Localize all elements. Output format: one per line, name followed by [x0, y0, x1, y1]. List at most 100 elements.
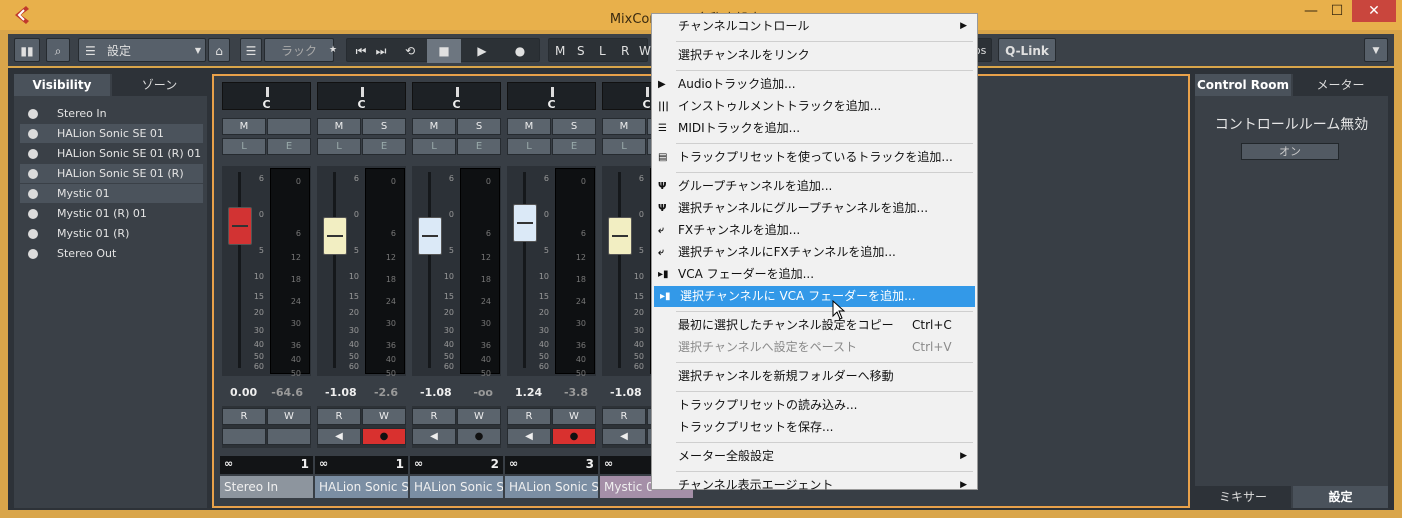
menu-item[interactable]: ☰ MIDIトラックを追加...	[652, 118, 977, 139]
config-select[interactable]: ☰ 設定 ▼	[78, 38, 206, 62]
record-enable-button[interactable]: ●	[457, 428, 501, 445]
monitor-button[interactable]: ◀	[602, 428, 646, 445]
mute-button[interactable]: M	[412, 118, 456, 135]
listen-button[interactable]: L	[602, 138, 646, 155]
mute-button[interactable]: M	[602, 118, 646, 135]
mute-button[interactable]: M	[507, 118, 551, 135]
monitor-button[interactable]: ◀	[412, 428, 456, 445]
toolbar-menu-chevron-icon[interactable]: ▼	[1364, 38, 1388, 62]
search-icon[interactable]: ⌕	[46, 38, 70, 62]
solo-button[interactable]	[267, 118, 311, 135]
visibility-item[interactable]: Stereo In	[20, 104, 203, 123]
record-enable-button[interactable]: ●	[362, 428, 406, 445]
tab-control-room[interactable]: Control Room	[1195, 74, 1291, 96]
menu-item[interactable]: チャンネルコントロール ▶	[652, 16, 977, 37]
tab-settings[interactable]: 設定	[1293, 486, 1388, 508]
rack-menu-icon[interactable]: ☰	[240, 38, 262, 62]
edit-button[interactable]: E	[362, 138, 406, 155]
pan-knob[interactable]: C	[222, 82, 311, 111]
listen-button[interactable]: L	[412, 138, 456, 155]
visibility-item[interactable]: HALion Sonic SE 01 (R)	[20, 164, 203, 183]
solo-button[interactable]: S	[362, 118, 406, 135]
tab-visibility[interactable]: Visibility	[14, 74, 110, 96]
tab-mixer[interactable]: ミキサー	[1195, 486, 1291, 508]
link-icon[interactable]: ∞	[414, 457, 423, 470]
menu-item[interactable]: ⤶ FXチャンネルを追加...	[652, 220, 977, 241]
fast-forward-end-icon[interactable]: ⏭	[371, 39, 391, 63]
solo-button[interactable]: S	[552, 118, 596, 135]
menu-item[interactable]: ▶ Audioトラック追加...	[652, 74, 977, 95]
monitor-button[interactable]: ◀	[507, 428, 551, 445]
channel-name[interactable]: Stereo In	[220, 476, 313, 498]
qlink-button[interactable]: Q-Link	[998, 38, 1056, 62]
close-button[interactable]: ✕	[1352, 0, 1396, 22]
visibility-item[interactable]: Mystic 01 (R)	[20, 224, 203, 243]
write-automation-button[interactable]: W	[267, 408, 311, 425]
menu-item[interactable]: メーター全般設定 ▶	[652, 446, 977, 467]
mute-button[interactable]: M	[222, 118, 266, 135]
cycle-icon[interactable]: ⟲	[395, 39, 425, 63]
listen-button[interactable]: L	[317, 138, 361, 155]
visibility-dot-icon[interactable]	[28, 169, 38, 179]
fader-value[interactable]: -1.08	[610, 386, 642, 399]
pan-knob[interactable]: C	[412, 82, 501, 111]
layout-toggle-icon[interactable]: ▮▮	[14, 38, 40, 62]
menu-item[interactable]: Ψ 選択チャンネルにグループチャンネルを追加...	[652, 198, 977, 219]
record-enable-button[interactable]: ●	[552, 428, 596, 445]
fader-value[interactable]: -1.08	[420, 386, 452, 399]
write-automation-button[interactable]: W	[457, 408, 501, 425]
tab-zones[interactable]: ゾーン	[112, 74, 207, 96]
visibility-dot-icon[interactable]	[28, 229, 38, 239]
record-icon[interactable]: ●	[503, 39, 537, 63]
visibility-item[interactable]: Stereo Out	[20, 244, 203, 263]
edit-button[interactable]: E	[267, 138, 311, 155]
edit-button[interactable]: E	[457, 138, 501, 155]
pan-knob[interactable]: C	[507, 82, 596, 111]
save-config-icon[interactable]: ⌂	[208, 38, 230, 62]
visibility-dot-icon[interactable]	[28, 189, 38, 199]
peak-value[interactable]: -2.6	[374, 386, 398, 399]
tab-meter[interactable]: メーター	[1293, 74, 1388, 96]
maximize-button[interactable]: ☐	[1322, 0, 1352, 22]
channel-name[interactable]: HALion Sonic S	[315, 476, 408, 498]
read-automation-button[interactable]: R	[507, 408, 551, 425]
visibility-dot-icon[interactable]	[28, 149, 38, 159]
monitor-button[interactable]: ◀	[317, 428, 361, 445]
peak-value[interactable]: -oo	[473, 386, 493, 399]
visibility-item[interactable]: HALion Sonic SE 01 (R) 01	[20, 144, 203, 163]
stop-icon[interactable]: ■	[427, 39, 461, 63]
read-automation-button[interactable]: R	[602, 408, 646, 425]
menu-item[interactable]: トラックプリセットを保存...	[652, 417, 977, 438]
routing-solo[interactable]: S	[577, 39, 585, 63]
link-icon[interactable]: ∞	[224, 457, 233, 470]
rack-select[interactable]: ラック	[264, 38, 334, 62]
solo-button[interactable]: S	[457, 118, 501, 135]
menu-item[interactable]: 選択チャンネルを新規フォルダーへ移動	[652, 366, 977, 387]
menu-item[interactable]: ▸▮ 選択チャンネルに VCA フェーダーを追加...	[654, 286, 975, 307]
read-automation-button[interactable]: R	[222, 408, 266, 425]
fader-value[interactable]: 1.24	[515, 386, 542, 399]
mute-button[interactable]: M	[317, 118, 361, 135]
visibility-item[interactable]: Mystic 01 (R) 01	[20, 204, 203, 223]
channel-name[interactable]: HALion Sonic S	[410, 476, 503, 498]
menu-item[interactable]: Ψ グループチャンネルを追加...	[652, 176, 977, 197]
routing-listen[interactable]: L	[599, 39, 606, 63]
menu-item[interactable]: ||| インストゥルメントトラックを追加...	[652, 96, 977, 117]
visibility-item[interactable]: Mystic 01	[20, 184, 203, 203]
star-icon[interactable]: ★	[328, 38, 338, 62]
routing-read[interactable]: R	[621, 39, 629, 63]
channel-name[interactable]: HALion Sonic S	[505, 476, 598, 498]
listen-button[interactable]: L	[507, 138, 551, 155]
visibility-dot-icon[interactable]	[28, 249, 38, 259]
write-automation-button[interactable]: W	[362, 408, 406, 425]
read-automation-button[interactable]: R	[412, 408, 456, 425]
fader-value[interactable]: -1.08	[325, 386, 357, 399]
menu-item[interactable]: ▸▮ VCA フェーダーを追加...	[652, 264, 977, 285]
pan-knob[interactable]: C	[317, 82, 406, 111]
peak-value[interactable]: -3.8	[564, 386, 588, 399]
rewind-start-icon[interactable]: ⏮	[351, 39, 371, 63]
link-icon[interactable]: ∞	[509, 457, 518, 470]
routing-write[interactable]: W	[639, 39, 651, 63]
menu-item[interactable]: ⤶ 選択チャンネルにFXチャンネルを追加...	[652, 242, 977, 263]
visibility-item[interactable]: HALion Sonic SE 01	[20, 124, 203, 143]
